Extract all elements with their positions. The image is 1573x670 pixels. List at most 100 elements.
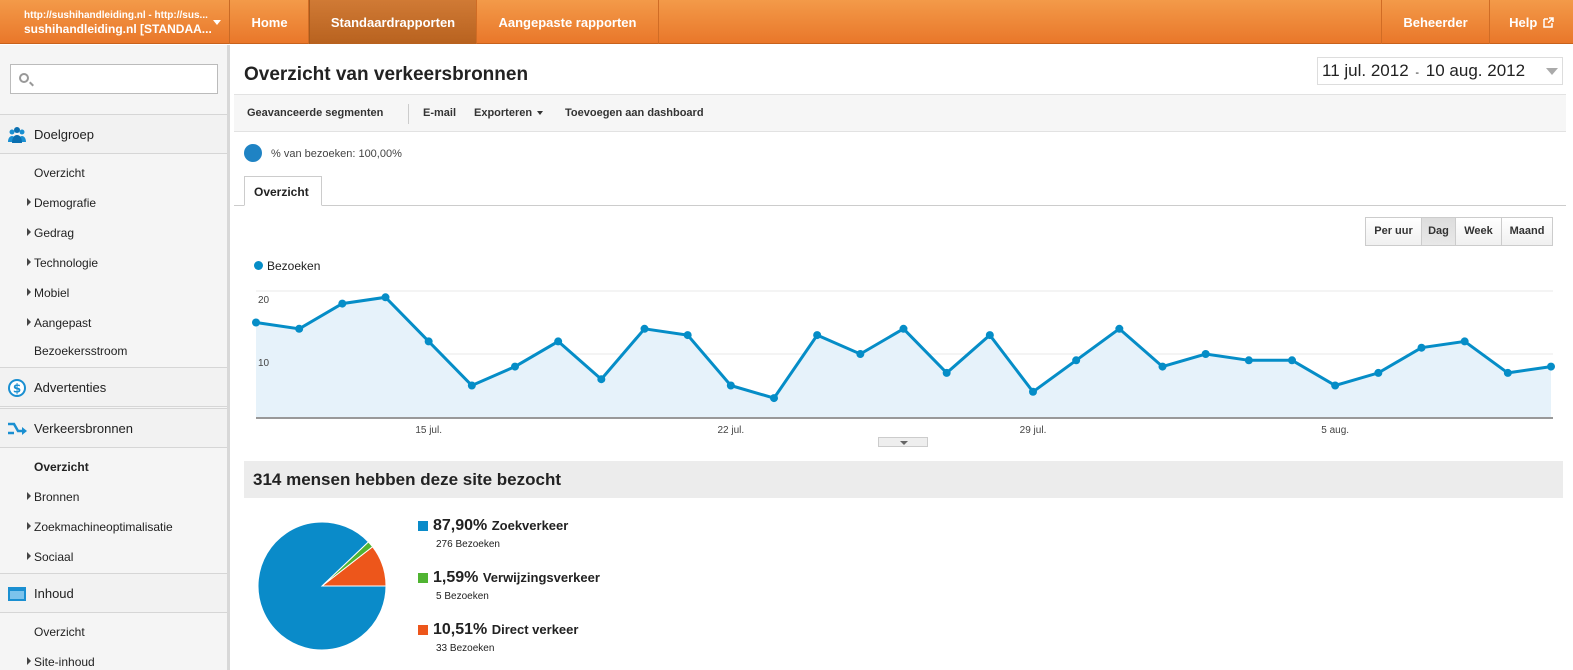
chevron-down-icon [537, 111, 544, 116]
sidebar-section-advertenties[interactable]: $ Advertenties [0, 367, 227, 407]
sidebar-section-label: Verkeersbronnen [34, 421, 134, 436]
traffic-sources-pie [258, 522, 387, 651]
legend-swatch [418, 573, 428, 583]
sidebar-item-mobiel[interactable]: Mobiel [34, 286, 69, 300]
chart-expand-handle[interactable] [878, 437, 928, 447]
chart-point [338, 299, 347, 308]
export-button[interactable]: Exporteren [474, 107, 544, 119]
chart-legend: Bezoeken [254, 259, 320, 273]
legend-marker [254, 261, 263, 270]
legend-swatch [418, 521, 428, 531]
add-to-dashboard-button[interactable]: Toevoegen aan dashboard [565, 107, 704, 119]
period-week-button[interactable]: Week [1455, 217, 1502, 246]
date-end: 10 aug. 2012 [1425, 61, 1526, 80]
pie-pct-direct: 10,51% [433, 621, 488, 638]
period-maand-button[interactable]: Maand [1501, 217, 1553, 246]
y-tick-label: 10 [258, 358, 270, 369]
sidebar-item-bronnen[interactable]: Bronnen [34, 490, 79, 504]
admin-link[interactable]: Beheerder [1381, 0, 1489, 44]
expand-arrow-icon [27, 318, 31, 326]
sidebar-section-label: Inhoud [34, 586, 74, 601]
tab-aangepaste-rapporten[interactable]: Aangepaste rapporten [477, 0, 659, 44]
segment-pie-icon [244, 144, 262, 162]
tab-standaardrapporten[interactable]: Standaardrapporten [309, 0, 477, 44]
expand-arrow-icon [27, 492, 31, 500]
pie-slice-zoekverkeer [258, 522, 387, 651]
sidebar-item-aangepast[interactable]: Aangepast [34, 316, 91, 330]
sidebar: Doelgroep Overzicht Demografie Gedrag Te… [0, 45, 230, 670]
pie-name-direct[interactable]: Direct verkeer [492, 622, 579, 637]
sidebar-section-doelgroep[interactable]: Doelgroep [0, 114, 227, 154]
sidebar-section-label: Doelgroep [34, 127, 94, 142]
chart-point [1201, 350, 1210, 358]
traffic-arrows-icon [8, 422, 27, 435]
chart-point [511, 362, 519, 371]
account-selector[interactable]: http://sushihandleiding.nl - http://sus.… [0, 0, 230, 44]
chart-point [1331, 381, 1340, 390]
pie-name-referral[interactable]: Verwijzingsverkeer [483, 570, 600, 585]
chart-point [640, 324, 649, 333]
period-per-uur-button[interactable]: Per uur [1365, 217, 1422, 246]
tab-underline [234, 205, 1566, 206]
external-link-icon [1543, 17, 1554, 28]
chart-series-line [255, 295, 1552, 400]
sidebar-item-bezoekersstroom[interactable]: Bezoekersstroom [34, 344, 127, 358]
chart-point [683, 331, 692, 340]
sidebar-search-input[interactable] [10, 64, 218, 94]
sidebar-item-gedrag[interactable]: Gedrag [34, 226, 74, 240]
expand-arrow-icon [27, 522, 31, 530]
chart-point [770, 394, 778, 403]
sidebar-item-doelgroep-overzicht[interactable]: Overzicht [34, 166, 85, 180]
tab-home[interactable]: Home [231, 0, 309, 44]
page-title: Overzicht van verkeersbronnen [244, 64, 529, 85]
period-dag-button[interactable]: Dag [1421, 217, 1456, 246]
sidebar-section-verkeersbronnen[interactable]: Verkeersbronnen [0, 408, 227, 448]
pie-count-search: 276 Bezoeken [436, 539, 500, 550]
sidebar-item-zoekmachineoptimalisatie[interactable]: Zoekmachineoptimalisatie [34, 520, 173, 534]
chart-point [424, 337, 433, 346]
legend-swatch [418, 625, 428, 635]
pie-name-search[interactable]: Zoekverkeer [492, 518, 569, 533]
sidebar-item-demografie[interactable]: Demografie [34, 196, 96, 210]
chart-point [1503, 368, 1512, 377]
chart-point [1072, 356, 1081, 365]
report-toolbar: Geavanceerde segmenten E-mail Exporteren… [234, 94, 1566, 132]
chart-point [597, 375, 606, 384]
chart-area-fill [256, 297, 1551, 417]
chart-point [554, 337, 563, 346]
chart-point [856, 350, 865, 358]
pie-pct-referral: 1,59% [433, 569, 479, 586]
sidebar-section-inhoud[interactable]: Inhoud [0, 573, 227, 613]
chart-point [813, 331, 822, 340]
sidebar-item-sociaal[interactable]: Sociaal [34, 550, 73, 564]
segment-percentage: % van bezoeken: 100,00% [271, 148, 402, 160]
help-label: Help [1509, 15, 1538, 30]
expand-arrow-icon [27, 288, 31, 296]
legend-series-name: Bezoeken [267, 259, 321, 273]
chart-point [1417, 343, 1426, 352]
advanced-segments-button[interactable]: Geavanceerde segmenten [247, 107, 383, 119]
expand-arrow-icon [27, 198, 31, 206]
email-button[interactable]: E-mail [423, 107, 456, 119]
chart-point [1158, 362, 1167, 371]
expand-arrow-icon [27, 258, 31, 266]
account-url: http://sushihandleiding.nl - http://sus.… [24, 10, 208, 21]
chart-point [381, 293, 390, 302]
sidebar-item-inhoud-overzicht[interactable]: Overzicht [34, 625, 85, 639]
expand-arrow-icon [27, 657, 31, 665]
date-range-picker[interactable]: 11 jul. 2012 - 10 aug. 2012 [1317, 57, 1563, 85]
dollar-icon: $ [8, 379, 26, 397]
help-link[interactable]: Help [1489, 0, 1573, 44]
content-icon [8, 587, 26, 601]
audience-icon [8, 127, 26, 143]
chart-point [899, 324, 908, 333]
tab-overzicht[interactable]: Overzicht [244, 176, 322, 206]
x-tick-label: 5 aug. [1321, 425, 1349, 436]
sidebar-item-verkeersbronnen-overzicht[interactable]: Overzicht [34, 460, 89, 474]
pie-pct-search: 87,90% [433, 517, 488, 534]
sidebar-item-site-inhoud[interactable]: Site-inhoud [34, 655, 95, 669]
svg-text:$: $ [13, 382, 21, 396]
sidebar-section-label: Advertenties [34, 380, 107, 395]
sidebar-item-technologie[interactable]: Technologie [34, 256, 98, 270]
date-separator: - [1415, 67, 1420, 79]
